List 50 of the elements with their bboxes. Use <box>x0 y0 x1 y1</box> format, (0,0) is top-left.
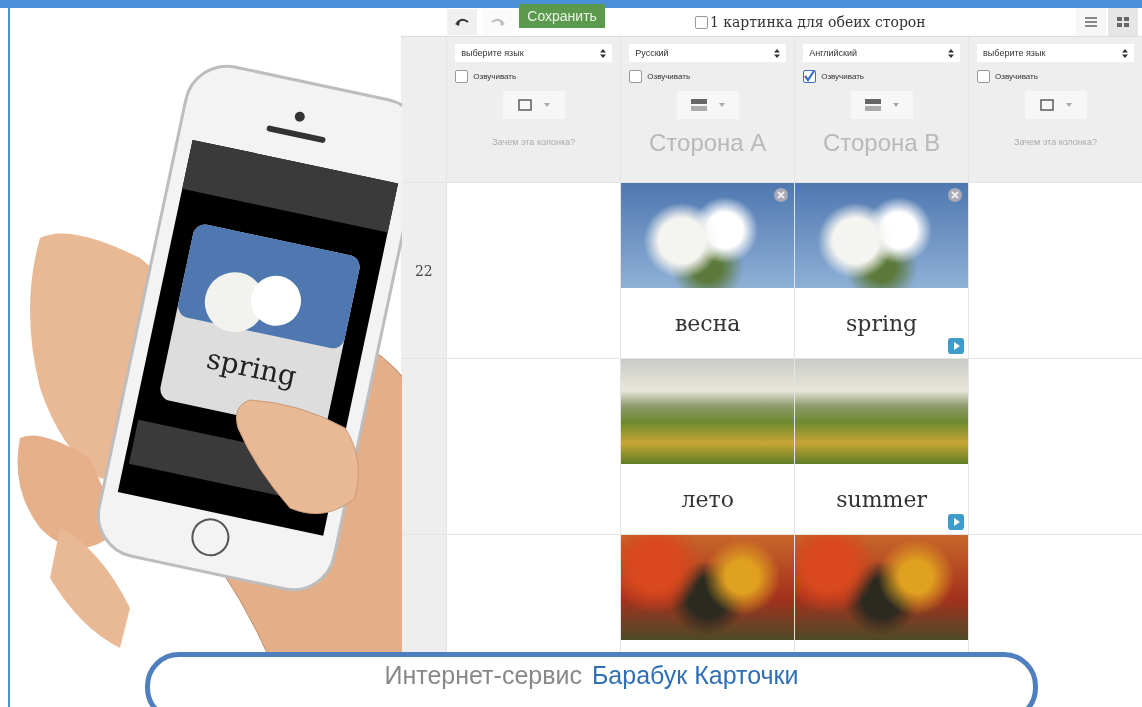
list-icon <box>1085 17 1097 27</box>
undo-icon <box>455 17 470 27</box>
card-word: spring <box>203 342 300 394</box>
checkbox[interactable] <box>694 15 708 29</box>
checkbox[interactable] <box>977 70 991 83</box>
square-icon <box>1039 99 1054 111</box>
service-link[interactable]: Барабук Карточки <box>591 661 799 707</box>
language-select[interactable]: выберите язык <box>977 44 1134 62</box>
language-select[interactable]: Русский <box>629 44 787 62</box>
redo-button[interactable] <box>483 9 514 35</box>
split-layout-icon <box>690 99 707 111</box>
split-layout-icon <box>864 99 881 111</box>
checkbox-label: Озвучивать <box>473 72 517 81</box>
layout-dropdown[interactable] <box>1024 91 1087 119</box>
card-word: весна <box>674 310 741 336</box>
caret-icon <box>1065 103 1072 107</box>
language-select[interactable]: Английский <box>803 44 961 62</box>
square-icon <box>517 99 532 111</box>
card-word: summer <box>836 486 927 512</box>
layout-dropdown[interactable] <box>502 91 565 119</box>
checkbox[interactable] <box>803 70 817 83</box>
checkbox[interactable] <box>629 70 643 83</box>
caret-icon <box>543 103 550 107</box>
checkbox-label: Озвучивать <box>821 72 865 81</box>
grid-icon <box>1117 17 1129 27</box>
banner-text: Интернет-сервис <box>384 661 582 691</box>
layout-dropdown[interactable] <box>676 91 739 119</box>
up-down-arrows-icon <box>1122 48 1128 58</box>
card-word: spring <box>846 310 918 336</box>
grid-view-button[interactable] <box>1108 8 1138 36</box>
caret-icon <box>718 103 725 107</box>
checkbox-label: 1 картинка для обеих сторон <box>709 14 926 30</box>
card-word: лето <box>681 486 734 512</box>
undo-button[interactable] <box>447 9 478 35</box>
checkbox-label: Озвучивать <box>995 72 1038 81</box>
row-number: 22 <box>414 262 433 279</box>
redo-icon <box>491 17 506 27</box>
layout-dropdown[interactable] <box>850 91 913 119</box>
play-icon[interactable] <box>948 338 965 354</box>
close-icon[interactable] <box>948 188 963 202</box>
up-down-arrows-icon <box>948 48 955 58</box>
checkbox[interactable] <box>455 70 469 83</box>
language-select[interactable]: выберите язык <box>455 44 613 62</box>
play-icon[interactable] <box>948 514 965 530</box>
up-down-arrows-icon <box>774 48 781 58</box>
checkbox-label: Озвучивать <box>647 72 691 81</box>
caret-icon <box>892 103 899 107</box>
up-down-arrows-icon <box>600 48 607 58</box>
close-icon[interactable] <box>774 188 789 202</box>
list-view-button[interactable] <box>1076 8 1106 36</box>
